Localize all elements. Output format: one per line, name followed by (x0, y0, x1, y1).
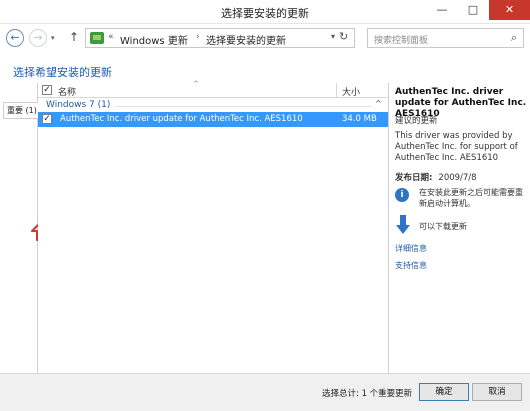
column-header: ✓ 名称 ^ 大小 (38, 80, 388, 98)
support-info-link[interactable]: 支持信息 (395, 260, 427, 271)
publish-date-label: 发布日期: (395, 173, 433, 183)
column-name-header[interactable]: 名称 (58, 85, 76, 98)
column-divider[interactable] (336, 83, 337, 98)
forward-button[interactable]: → (29, 29, 47, 47)
download-notice: 可以下载更新 (419, 222, 467, 231)
table-row[interactable]: ✓ AuthenTec Inc. driver update for Authe… (38, 112, 388, 127)
update-list: ✓ 名称 ^ 大小 Windows 7 (1) ^ ✓ AuthenTec In… (38, 80, 388, 373)
address-bar[interactable]: « Windows 更新 › 选择要安装的更新 ▾ (85, 28, 355, 48)
restart-notice: 在安装此更新之后可能需要重新启动计算机。 (419, 188, 523, 208)
info-icon: i (395, 188, 409, 202)
breadcrumb-overflow[interactable]: « (108, 32, 114, 42)
collapse-icon[interactable]: ^ (375, 99, 382, 108)
column-size-header[interactable]: 大小 (342, 85, 360, 98)
details-publish-date: 发布日期: 2009/7/8 (395, 171, 477, 183)
group-divider (116, 106, 371, 107)
group-label: Windows 7 (1) (46, 100, 111, 110)
control-panel-icon (90, 32, 104, 44)
maximize-button[interactable]: □ (458, 0, 488, 20)
update-size: 34.0 MB (342, 114, 377, 124)
update-name: AuthenTec Inc. driver update for AuthenT… (60, 114, 303, 124)
cancel-button[interactable]: 取消 (472, 383, 522, 401)
breadcrumb-windows-update[interactable]: Windows 更新 (120, 32, 188, 47)
search-box[interactable]: 搜索控制面板 ⌕ (367, 28, 524, 48)
details-recommendation: 建议的更新 (395, 116, 438, 126)
ok-button[interactable]: 确定 (419, 383, 469, 401)
title-bar: 选择要安装的更新 — □ ✕ (0, 0, 530, 24)
selection-summary: 选择总计: 1 个重要更新 (322, 389, 413, 399)
breadcrumb-select-updates[interactable]: 选择要安装的更新 (206, 32, 286, 47)
category-column: 重要 (1) (0, 83, 51, 373)
footer-bar: 选择总计: 1 个重要更新 确定 取消 (0, 373, 530, 411)
more-info-link[interactable]: 详细信息 (395, 243, 427, 254)
page-header: 选择希望安装的更新 (0, 52, 530, 82)
refresh-button[interactable]: ↻ (339, 30, 348, 43)
category-important-tab[interactable]: 重要 (1) (3, 102, 39, 119)
page-title: 选择希望安装的更新 (13, 66, 112, 79)
publish-date-value: 2009/7/8 (438, 173, 477, 183)
group-header-windows7[interactable]: Windows 7 (1) ^ (38, 98, 388, 112)
details-pane: AuthenTec Inc. driver update for AuthenT… (388, 83, 530, 373)
navigation-bar: ← → ▾ ↑ « Windows 更新 › 选择要安装的更新 ▾ ↻ 搜索控制… (0, 25, 530, 51)
minimize-button[interactable]: — (427, 0, 457, 20)
address-dropdown[interactable]: ▾ (331, 32, 335, 41)
download-arrow-icon (396, 215, 410, 234)
row-checkbox[interactable]: ✓ (42, 114, 52, 124)
search-placeholder[interactable]: 搜索控制面板 (374, 33, 428, 46)
search-icon[interactable]: ⌕ (511, 31, 517, 45)
breadcrumb-separator[interactable]: › (196, 32, 200, 42)
select-all-checkbox[interactable]: ✓ (42, 85, 52, 95)
recent-locations-dropdown[interactable]: ▾ (51, 34, 55, 42)
close-button[interactable]: ✕ (489, 0, 530, 20)
sort-indicator-icon: ^ (193, 80, 199, 88)
back-button[interactable]: ← (6, 29, 24, 47)
up-button[interactable]: ↑ (69, 30, 79, 44)
details-description: This driver was provided by AuthenTec In… (395, 131, 518, 163)
